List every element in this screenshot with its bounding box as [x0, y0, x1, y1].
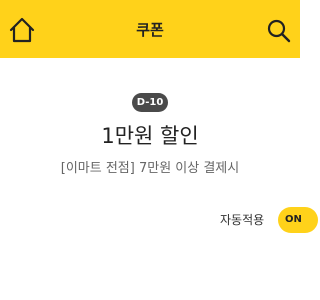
auto-apply-label: 자동적용	[220, 213, 265, 227]
top-bar: 쿠폰	[0, 0, 300, 58]
page-title: 쿠폰	[136, 21, 164, 39]
coupon-title: 1만원 할인	[101, 124, 199, 148]
days-left-badge: D-10	[132, 93, 168, 112]
auto-apply-toggle[interactable]: ON	[278, 207, 318, 233]
coupon-description: [이마트 전점] 7만원 이상 결제시	[60, 161, 240, 176]
coupon-screen: 쿠폰 D-10 1만원 할인 [이마트 전점] 7만원 이상 결제시 자동적용 …	[0, 0, 318, 300]
toggle-state-label: ON	[285, 214, 302, 225]
search-icon[interactable]	[266, 18, 292, 44]
